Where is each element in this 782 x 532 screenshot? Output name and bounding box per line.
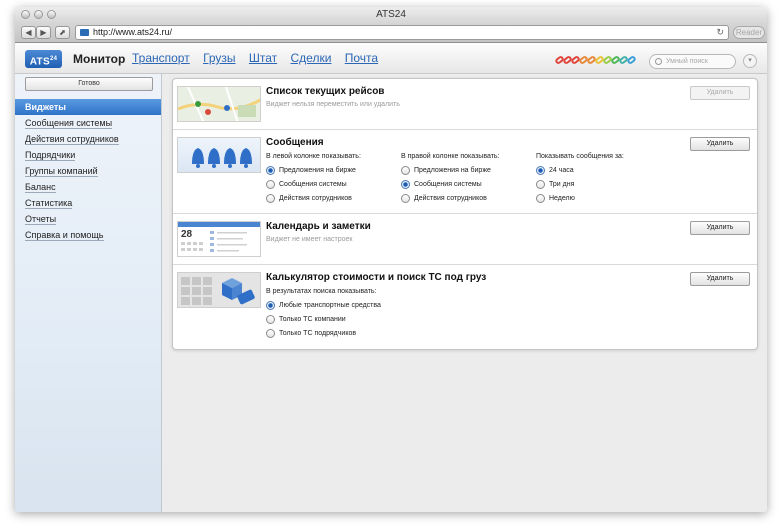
right-column-header: В правой колонке показывать: (401, 153, 500, 160)
forward-button[interactable]: ▶ (36, 26, 51, 39)
address-bar[interactable]: http://www.ats24.ru/ ↻ (75, 25, 729, 40)
back-button[interactable]: ◀ (21, 26, 36, 39)
page-title: Монитор (73, 52, 126, 66)
widget-title: Сообщения (266, 137, 324, 148)
site-favicon-icon (80, 29, 89, 36)
truck-search-icon (181, 277, 255, 305)
sidebar: Готово Виджеты Сообщения системы Действи… (15, 74, 162, 512)
widgets-panel: Список текущих рейсов Виджет нельзя пере… (172, 78, 758, 350)
minimize-window-button[interactable] (34, 10, 43, 19)
radio-any-vehicles[interactable]: Любые транспортные средства (266, 301, 381, 311)
widget-subtitle: Виджет не имеет настроек (266, 236, 353, 243)
share-button[interactable]: ⬈ (55, 26, 70, 39)
radio-right-exchange[interactable]: Предложения на бирже (401, 166, 491, 176)
forward-icon: ▶ (40, 28, 47, 37)
sidebar-item-contractors[interactable]: Подрядчики (15, 147, 161, 163)
widget-subtitle: Виджет нельзя переместить или удалить (266, 101, 400, 108)
widget-title: Список текущих рейсов (266, 86, 385, 97)
radio-left-system[interactable]: Сообщения системы (266, 180, 347, 190)
widget-title: Календарь и заметки (266, 221, 371, 232)
calendar-icon (181, 231, 247, 252)
radio-right-staff[interactable]: Действия сотрудников (401, 194, 487, 204)
title-bar: ATS24 (15, 7, 767, 23)
delete-button[interactable]: Удалить (690, 221, 750, 235)
paperclips-decoration (554, 54, 641, 66)
app-header: ATS24 Монитор Транспорт Грузы Штат Сделк… (15, 43, 767, 74)
sidebar-item-reports[interactable]: Отчеты (15, 211, 161, 227)
radio-company-vehicles[interactable]: Только ТС компании (266, 315, 346, 325)
map-icon (178, 87, 260, 121)
widget-calendar: 28 Календарь и заметки Виджет не имеет н… (173, 214, 757, 265)
delete-button[interactable]: Удалить (690, 137, 750, 151)
radio-right-system[interactable]: Сообщения системы (401, 180, 482, 190)
close-window-button[interactable] (21, 10, 30, 19)
calendar-thumbnail: 28 (177, 221, 261, 257)
settings-dropdown-button[interactable]: ▾ (743, 54, 757, 68)
share-icon: ⬈ (59, 28, 66, 37)
widget-calculator: Калькулятор стоимости и поиск ТС под гру… (173, 265, 757, 349)
calculator-thumbnail (177, 272, 261, 308)
left-column-header: В левой колонке показывать: (266, 153, 361, 160)
bell-icon (192, 148, 252, 168)
radio-left-exchange[interactable]: Предложения на бирже (266, 166, 356, 176)
radio-period-week[interactable]: Неделю (536, 194, 575, 204)
widget-messages: Сообщения Удалить В левой колонке показы… (173, 130, 757, 214)
browser-toolbar: ◀ ▶ ⬈ http://www.ats24.ru/ ↻ Reader (15, 23, 767, 43)
reload-icon[interactable]: ↻ (716, 26, 724, 39)
search-icon (655, 58, 662, 65)
sidebar-item-system-messages[interactable]: Сообщения системы (15, 115, 161, 131)
widget-title: Калькулятор стоимости и поиск ТС под гру… (266, 272, 487, 283)
search-placeholder: Умный поиск (666, 58, 708, 65)
sidebar-item-help[interactable]: Справка и помощь (15, 227, 161, 243)
map-thumbnail (177, 86, 261, 122)
nav-transport[interactable]: Транспорт (132, 51, 190, 65)
sidebar-item-company-groups[interactable]: Группы компаний (15, 163, 161, 179)
sidebar-item-balance[interactable]: Баланс (15, 179, 161, 195)
window-title: ATS24 (376, 9, 406, 20)
back-icon: ◀ (25, 28, 32, 37)
sidebar-item-staff-actions[interactable]: Действия сотрудников (15, 131, 161, 147)
delete-button[interactable]: Удалить (690, 272, 750, 286)
radio-contractor-vehicles[interactable]: Только ТС подрядчиков (266, 329, 356, 339)
nav-staff[interactable]: Штат (249, 51, 277, 65)
reader-button[interactable]: Reader (733, 26, 765, 39)
sidebar-item-widgets[interactable]: Виджеты (15, 99, 161, 115)
sidebar-item-statistics[interactable]: Статистика (15, 195, 161, 211)
zoom-window-button[interactable] (47, 10, 56, 19)
nav-mail[interactable]: Почта (345, 51, 378, 65)
chevron-down-icon: ▾ (748, 57, 752, 64)
radio-left-staff[interactable]: Действия сотрудников (266, 194, 352, 204)
smart-search-input[interactable]: Умный поиск (649, 54, 736, 69)
nav-deals[interactable]: Сделки (291, 51, 332, 65)
nav-cargo[interactable]: Грузы (203, 51, 236, 65)
top-navigation: Транспорт Грузы Штат Сделки Почта (132, 51, 388, 65)
url-text: http://www.ats24.ru/ (93, 27, 173, 37)
browser-window: ATS24 ◀ ▶ ⬈ http://www.ats24.ru/ ↻ Reade… (15, 7, 767, 512)
radio-period-24h[interactable]: 24 часа (536, 166, 574, 176)
done-button[interactable]: Готово (25, 77, 153, 91)
bells-thumbnail (177, 137, 261, 173)
delete-button-disabled: Удалить (690, 86, 750, 100)
results-header: В результатах поиска показывать: (266, 288, 377, 295)
period-header: Показывать сообщения за: (536, 153, 624, 160)
radio-period-3days[interactable]: Три дня (536, 180, 574, 190)
widget-trips: Список текущих рейсов Виджет нельзя пере… (173, 79, 757, 130)
paperclip-icon (626, 54, 637, 66)
ats24-logo[interactable]: ATS24 (25, 50, 62, 68)
